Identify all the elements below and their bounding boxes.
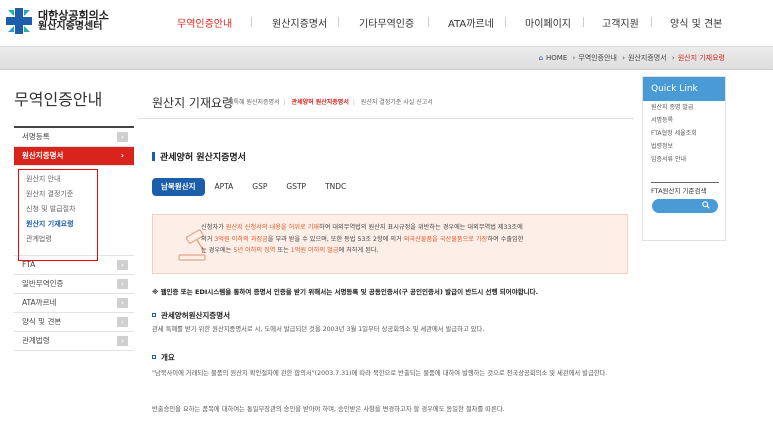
home-icon: ⌂: [538, 54, 544, 62]
chevron-right-icon: ›: [117, 336, 128, 346]
sidebar-item-forms[interactable]: 양식 및 견본 ›: [14, 313, 134, 332]
quick-link-item[interactable]: 입증서류 안내: [643, 153, 725, 166]
sidebar-submenu: 원산지 안내 원산지 결정기준 신청 및 발급절차 원산지 기재요령 관계법령: [14, 166, 134, 261]
sidebar-item-label: 원산지증명서: [22, 151, 64, 160]
sidebar-item-signature[interactable]: 서명등록 ›: [14, 128, 134, 147]
search-icon: [702, 201, 710, 209]
nav-mypage[interactable]: 마이페이지: [525, 15, 571, 30]
quick-link-title: Quick Link: [643, 77, 725, 101]
breadcrumb-band: ⌂ HOME › 무역인증안내 › 원산지증명서 › 원산지 기재요령: [0, 46, 773, 70]
nav-trade-cert[interactable]: 무역인증안내: [177, 15, 232, 30]
sidebar-item-origin-cert[interactable]: 원산지증명서 ›: [14, 147, 134, 166]
quick-link-item[interactable]: FTA협정 세율조회: [643, 127, 725, 140]
highlight-box: [18, 169, 98, 261]
logo-title: 대한상공회의소: [38, 9, 109, 22]
chevron-right-icon: ›: [572, 54, 576, 62]
breadcrumb: ⌂ HOME › 무역인증안내 › 원산지증명서 › 원산지 기재요령: [536, 53, 725, 63]
paragraph-approval: 반출승인을 요하는 품목에 대하여는 통일부장관의 승인을 받아야 하며, 승인…: [152, 406, 505, 413]
sidebar-item-label: FTA: [22, 260, 36, 269]
breadcrumb-trade[interactable]: 무역인증안내: [578, 54, 617, 62]
sidebar-item-label: ATA까르네: [22, 298, 57, 307]
pill-tndc[interactable]: TNDC: [316, 178, 355, 196]
cert-type-tabs: 남북원산지 APTA GSP GSTP TNDC: [152, 178, 356, 196]
sidebar-item-label: 관계법령: [22, 336, 50, 345]
tab-criteria-declaration[interactable]: 원산지 결정기준 사실 신고서: [361, 99, 433, 106]
sidebar-item-ata[interactable]: ATA까르네 ›: [14, 294, 134, 313]
warning-text: 신청자가 원산지 신청서의 내용을 허위로 기재하여 대외무역법의 원산지 표시…: [201, 224, 524, 254]
chamber-logo-icon: [6, 8, 32, 34]
heading-overview: 개요: [152, 352, 175, 363]
paragraph-overview: "남북사이에 거래되는 물품의 원산지 확인절차에 관한 합의서"(2003.7…: [152, 370, 608, 377]
site-header: 대한상공회의소 원산지증명센터 무역인증안내 원산지증명서 기타무역인증 ATA…: [0, 0, 773, 46]
tab-non-preferential[interactable]: 비특혜 원산지증명서: [228, 99, 280, 106]
nav-ata-carnet[interactable]: ATA까르네: [448, 15, 494, 30]
paragraph-preferential: 관세 특혜를 받기 위한 원산지증명서로 시, 도에서 발급되던 것을 2003…: [152, 326, 485, 333]
nav-origin-cert[interactable]: 원산지증명서: [272, 15, 327, 30]
sidebar-item-laws[interactable]: 관계법령 ›: [14, 332, 134, 351]
fta-search-button[interactable]: [652, 199, 718, 213]
pill-apta[interactable]: APTA: [206, 178, 243, 196]
sidebar-item-general-cert[interactable]: 일반무역인증 ›: [14, 275, 134, 294]
sidebar-item-fta[interactable]: FTA ›: [14, 256, 134, 275]
nav-other-cert[interactable]: 기타무역인증: [359, 15, 414, 30]
quick-link-panel: Quick Link 원산지 증명 발급 서명등록 FTA협정 세율조회 법령정…: [642, 76, 726, 241]
breadcrumb-home[interactable]: HOME: [546, 54, 567, 62]
chevron-right-icon: ›: [622, 54, 625, 62]
notice-text: ※ 웹인증 또는 EDI시스템을 통하여 증명서 인증을 받기 위해서는 서명등…: [152, 288, 539, 296]
chevron-right-icon: ›: [117, 298, 128, 308]
warning-box: 신청자가 원산지 신청서의 내용을 허위로 기재하여 대외무역법의 원산지 표시…: [152, 214, 628, 274]
chevron-right-icon: ›: [117, 132, 128, 142]
sidebar: 무역인증안내 서명등록 › 원산지증명서 › 원산지 안내 원산지 결정기준 신…: [14, 86, 134, 351]
quick-link-item[interactable]: 법령정보: [643, 140, 725, 153]
pill-inter-korean[interactable]: 남북원산지: [152, 178, 205, 196]
chevron-right-icon: ›: [117, 317, 128, 327]
page-title: 원산지 기재요령: [152, 96, 234, 110]
chevron-right-icon: ›: [117, 279, 128, 289]
breadcrumb-origin[interactable]: 원산지증명서: [628, 54, 667, 62]
pill-gsp[interactable]: GSP: [243, 178, 276, 196]
page-tabs: 비특혜 원산지증명서 | 관세양허 원산지증명서 | 원산지 결정기준 사실 신고서: [228, 99, 433, 106]
section-title: 관세양허 원산지증명서: [152, 150, 246, 163]
breadcrumb-current: 원산지 기재요령: [677, 54, 725, 62]
quick-link-item[interactable]: 서명등록: [643, 114, 725, 127]
quick-link-item[interactable]: 원산지 증명 발급: [643, 101, 725, 114]
fta-search-label: FTA원산지 기준검색: [651, 182, 719, 195]
chevron-right-icon: ›: [120, 151, 124, 160]
sidebar-title: 무역인증안내: [14, 90, 103, 109]
nav-support[interactable]: 고객지원: [602, 15, 639, 30]
sidebar-item-label: 일반무역인증: [22, 279, 64, 288]
site-logo[interactable]: 대한상공회의소 원산지증명센터: [6, 8, 109, 34]
logo-subtitle: 원산지증명센터: [38, 21, 103, 32]
sidebar-item-label: 양식 및 견본: [22, 317, 62, 326]
sidebar-item-label: 서명등록: [22, 132, 50, 141]
chevron-right-icon: ›: [671, 54, 675, 62]
pill-gstp[interactable]: GSTP: [277, 178, 315, 196]
tab-preferential[interactable]: 관세양허 원산지증명서: [292, 99, 349, 106]
heading-preferential-cert: 관세양허원산지증명서: [152, 310, 230, 321]
chevron-right-icon: ›: [117, 260, 128, 270]
nav-forms[interactable]: 양식 및 견본: [670, 15, 722, 30]
